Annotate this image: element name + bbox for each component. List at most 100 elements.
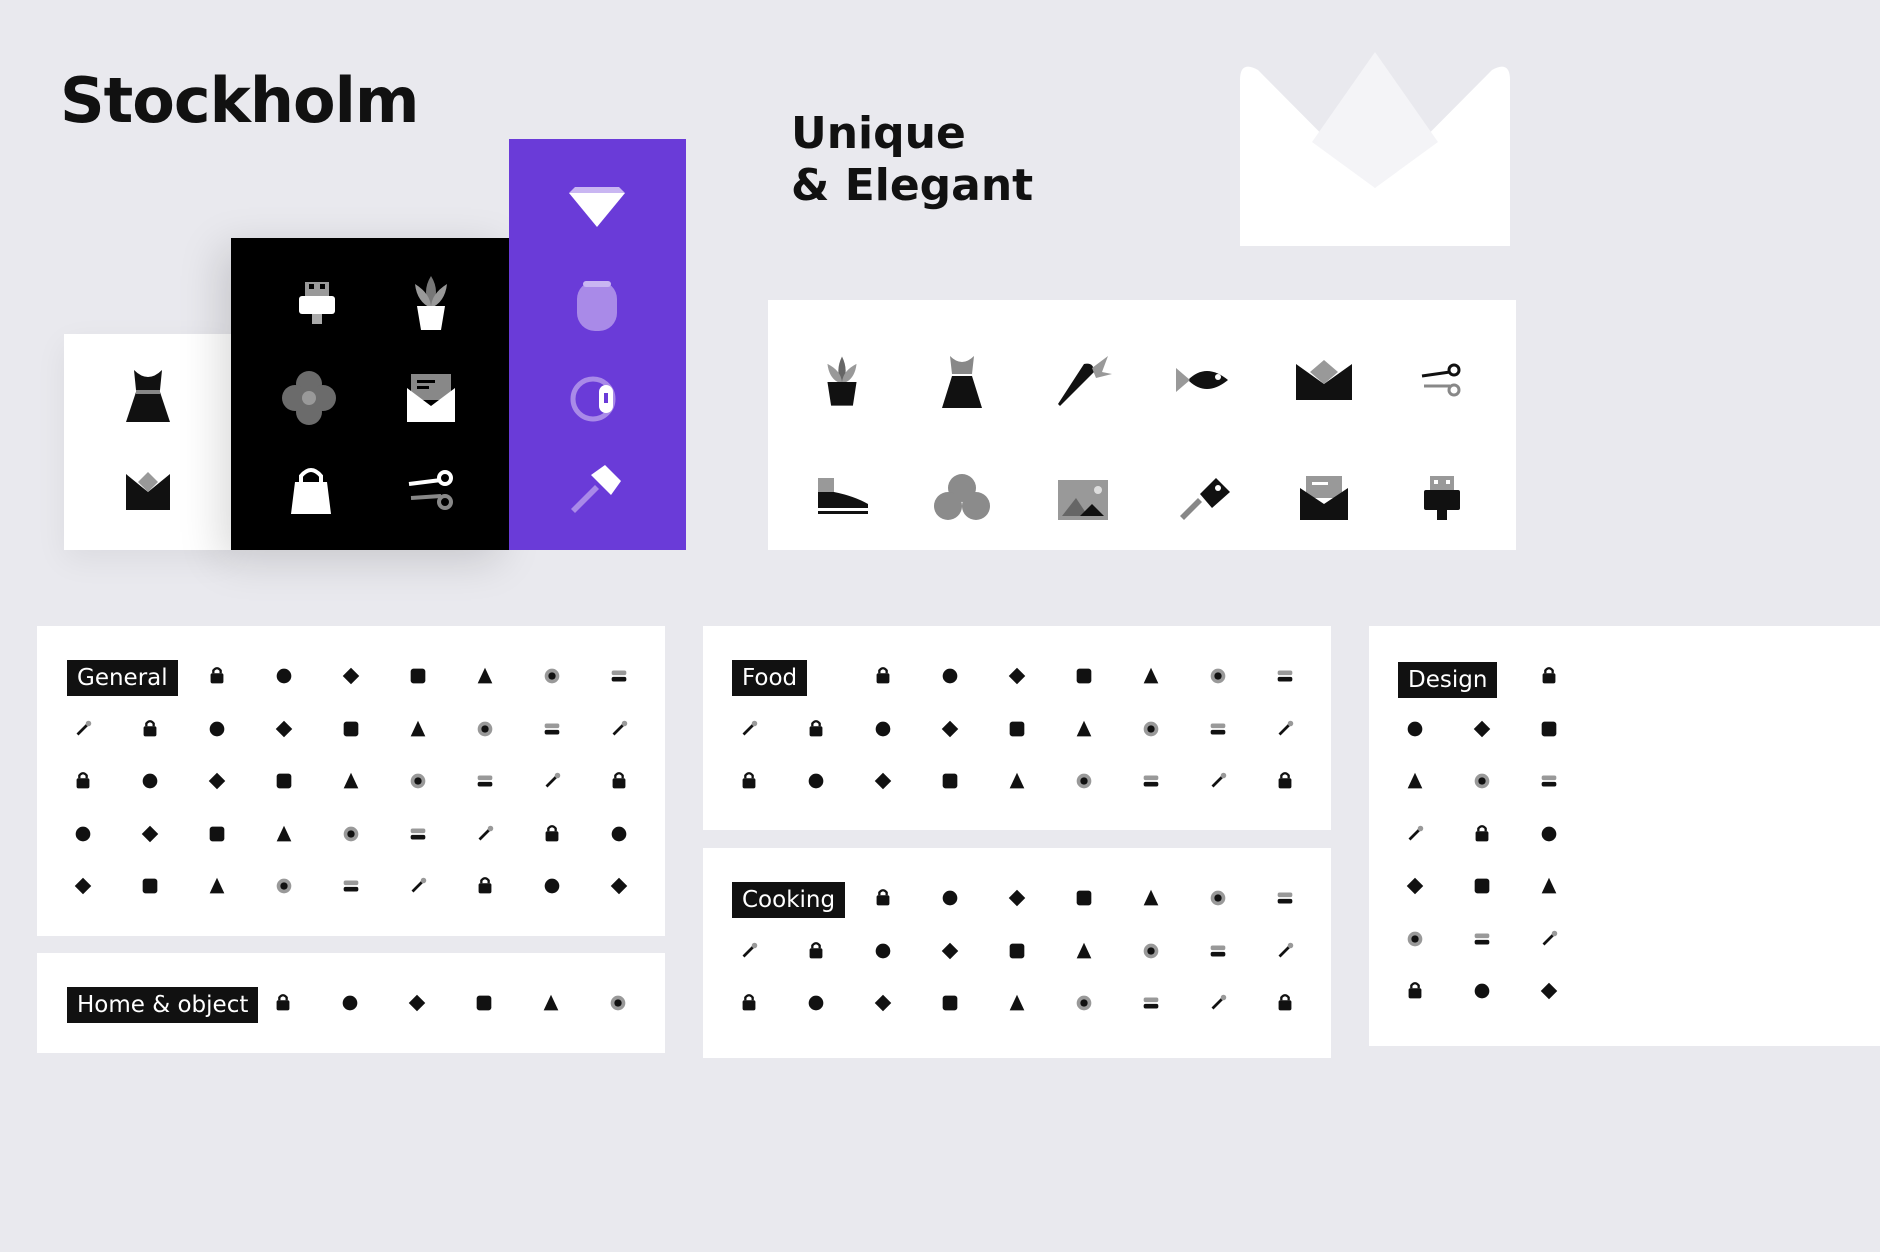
plant-icon bbox=[271, 991, 295, 1015]
chef-hat-icon bbox=[1206, 886, 1230, 910]
jar-icon bbox=[804, 769, 828, 793]
image-icon bbox=[1056, 478, 1110, 522]
flip-icon bbox=[1537, 822, 1561, 846]
layers-icon bbox=[1537, 769, 1561, 793]
align-icon bbox=[1470, 822, 1494, 846]
plant-icon bbox=[822, 352, 862, 412]
grater-icon bbox=[1206, 991, 1230, 1015]
settings-icon bbox=[205, 822, 229, 846]
like-icon bbox=[205, 769, 229, 793]
carrot-icon bbox=[1206, 717, 1230, 741]
purple-panel bbox=[509, 139, 686, 550]
fullscreen-icon bbox=[473, 874, 497, 898]
binoculars-icon bbox=[272, 822, 296, 846]
mask-icon bbox=[1403, 927, 1427, 951]
design-label: Design bbox=[1398, 662, 1498, 698]
tagline-line-1: Unique bbox=[791, 108, 966, 159]
duplicate-icon bbox=[540, 769, 564, 793]
globe-icon bbox=[606, 991, 630, 1015]
dress-icon bbox=[940, 352, 984, 412]
paint-bucket-icon bbox=[1403, 874, 1427, 898]
half-star-icon bbox=[540, 717, 564, 741]
cookie-icon bbox=[871, 717, 895, 741]
notification-icon bbox=[138, 822, 162, 846]
whisk-icon bbox=[938, 991, 962, 1015]
cutting-board-icon bbox=[804, 991, 828, 1015]
flower-icon bbox=[273, 362, 345, 434]
recipe-icon bbox=[1273, 991, 1297, 1015]
fish-icon bbox=[1174, 358, 1234, 402]
condiments-icon bbox=[871, 769, 895, 793]
save-icon bbox=[406, 769, 430, 793]
hero-right-panel: Unique & Elegant bbox=[719, 0, 1880, 550]
shrink-icon bbox=[607, 874, 631, 898]
food-label: Food bbox=[732, 660, 808, 696]
picker-icon bbox=[1403, 717, 1427, 741]
bookmark-icon bbox=[205, 874, 229, 898]
cursor-icon bbox=[205, 664, 229, 688]
search-icon bbox=[339, 822, 363, 846]
tree-icon bbox=[539, 991, 563, 1015]
popsicle-icon bbox=[1139, 664, 1163, 688]
cutlery-icon bbox=[1139, 939, 1163, 963]
lotus-icon bbox=[405, 991, 429, 1015]
heart-icon bbox=[138, 769, 162, 793]
usb-icon bbox=[1420, 474, 1464, 526]
plant-icon bbox=[395, 268, 467, 340]
fork-knife-icon bbox=[1206, 939, 1230, 963]
pizza-icon bbox=[1005, 664, 1029, 688]
crown-icon bbox=[116, 458, 188, 530]
dress-icon bbox=[112, 362, 184, 434]
design-card: Design bbox=[1369, 626, 1880, 1046]
eraser-icon bbox=[406, 664, 430, 688]
mail-icon bbox=[395, 362, 467, 434]
crossed-icon bbox=[1139, 991, 1163, 1015]
eye-off-icon bbox=[272, 717, 296, 741]
expand-icon bbox=[540, 874, 564, 898]
circle-icon bbox=[1537, 979, 1561, 1003]
plate-icon bbox=[804, 939, 828, 963]
half-heart-icon bbox=[71, 769, 95, 793]
white-panel bbox=[64, 334, 232, 550]
hammer-icon bbox=[561, 455, 633, 527]
clipboard-icon bbox=[540, 664, 564, 688]
bottle-icon bbox=[737, 769, 761, 793]
bag-icon bbox=[275, 456, 347, 528]
unlock-icon bbox=[138, 717, 162, 741]
diamond-icon bbox=[1403, 979, 1427, 1003]
sad-icon bbox=[540, 822, 564, 846]
sushi-icon bbox=[938, 717, 962, 741]
cocktail-icon bbox=[1206, 769, 1230, 793]
leaf-icon bbox=[472, 991, 496, 1015]
mitten-icon bbox=[1139, 886, 1163, 910]
flower-icon bbox=[932, 472, 992, 522]
home-card: Home & object bbox=[37, 953, 665, 1053]
brand-title: Stockholm bbox=[60, 64, 419, 137]
burger-icon bbox=[737, 717, 761, 741]
diamond-icon bbox=[561, 173, 633, 245]
pencil-icon bbox=[1403, 769, 1427, 793]
food-card: Food bbox=[703, 626, 1331, 830]
burger-stack-icon bbox=[871, 939, 895, 963]
distribute-icon bbox=[1403, 822, 1427, 846]
preview-card bbox=[768, 300, 1516, 550]
pan-icon bbox=[1005, 991, 1029, 1015]
like-half-icon bbox=[272, 769, 296, 793]
tagline: Unique & Elegant bbox=[791, 108, 1033, 212]
star-icon bbox=[607, 717, 631, 741]
cake-icon bbox=[938, 664, 962, 688]
utensils-icon bbox=[1273, 939, 1297, 963]
pot-icon bbox=[871, 991, 895, 1015]
mail-icon bbox=[1298, 474, 1350, 522]
toggle-icon bbox=[339, 664, 363, 688]
move-icon bbox=[1537, 664, 1561, 688]
layer-icon bbox=[1470, 979, 1494, 1003]
cooking-label: Cooking bbox=[732, 882, 846, 918]
cleaver-icon bbox=[1176, 474, 1232, 526]
square-icon bbox=[1537, 874, 1561, 898]
flower-icon bbox=[338, 991, 362, 1015]
bell-icon bbox=[71, 822, 95, 846]
shield-x-icon bbox=[71, 874, 95, 898]
trash-icon bbox=[607, 769, 631, 793]
noodles-icon bbox=[1005, 717, 1029, 741]
